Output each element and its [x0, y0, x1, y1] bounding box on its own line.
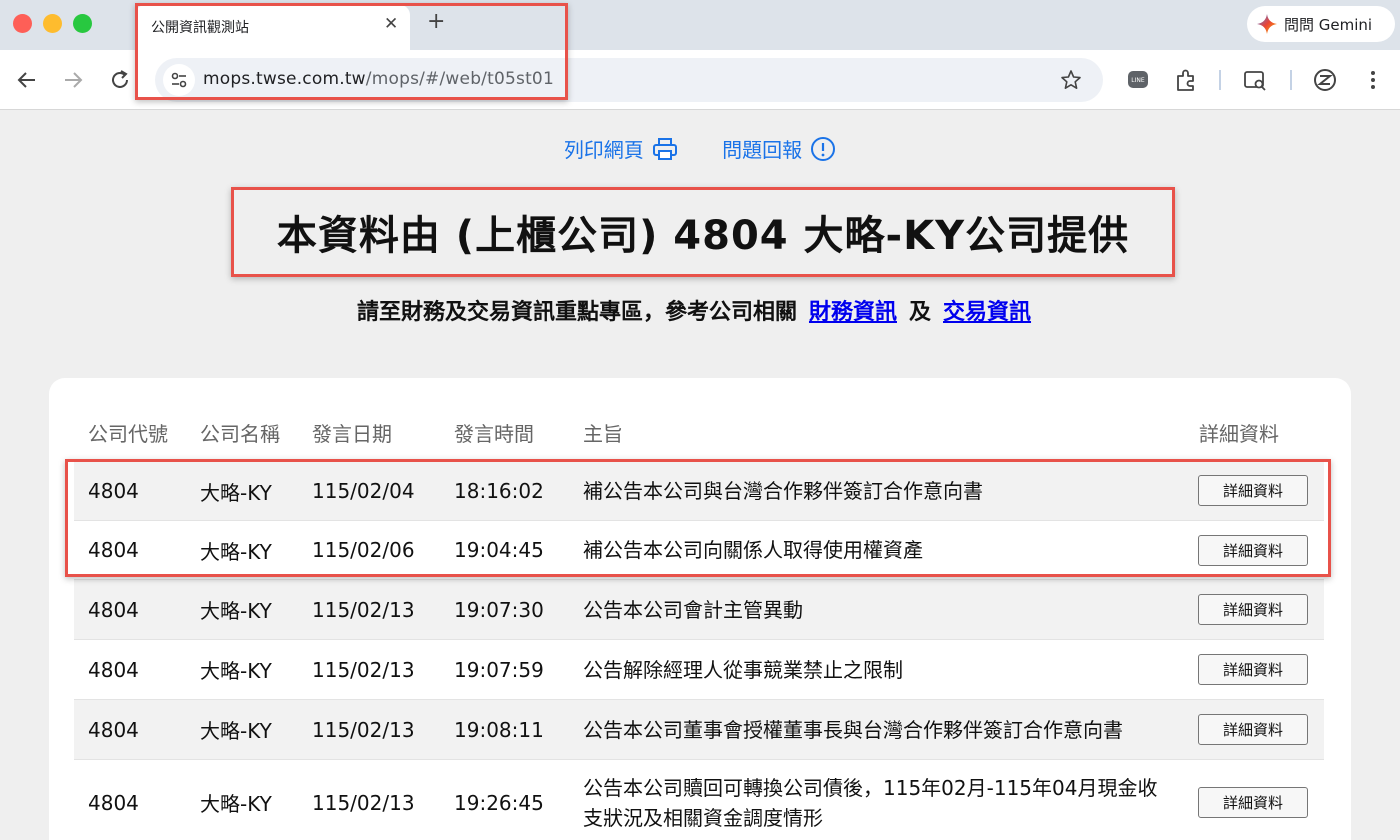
site-info-button[interactable] [163, 64, 195, 96]
finance-info-link[interactable]: 財務資訊 [809, 300, 897, 325]
back-arrow-icon[interactable] [14, 67, 40, 93]
cell-time: 19:07:59 [454, 657, 544, 682]
cell-time: 19:26:45 [454, 790, 544, 815]
url-host: mops.twse.com.tw [203, 69, 366, 89]
header-details: 詳細資料 [1199, 422, 1279, 446]
finance-trade-notice: 請至財務及交易資訊重點專區，參考公司相關 財務資訊及交易資訊 [0, 294, 1400, 326]
cell-subject: 補公告本公司與台灣合作夥伴簽訂合作意向書 [583, 479, 983, 503]
cell-subject: 補公告本公司向關係人取得使用權資產 [583, 538, 923, 562]
cell-company-code: 4804 [88, 717, 139, 742]
address-bar[interactable]: mops.twse.com.tw/mops/#/web/t05st01 [155, 58, 1103, 102]
table-row: 4804 大略-KY 115/02/13 19:07:59 公告解除經理人從事競… [74, 639, 1324, 699]
header-subject: 主旨 [583, 422, 623, 446]
print-page-link[interactable]: 列印網頁 [564, 134, 678, 163]
cell-time: 19:07:30 [454, 597, 544, 622]
bookmark-star-icon[interactable] [1060, 69, 1082, 91]
tab-title: 公開資訊觀測站 [151, 20, 249, 36]
cell-company-name: 大略-KY [200, 659, 272, 683]
cell-company-name: 大略-KY [200, 480, 272, 505]
gemini-label: 問問 Gemini [1284, 15, 1373, 34]
toolbar-separator [1219, 70, 1221, 90]
cell-company-name: 大略-KY [200, 792, 272, 816]
exclamation-circle-icon [811, 136, 836, 161]
details-button[interactable]: 詳細資料 [1198, 787, 1308, 818]
header-company-name: 公司名稱 [200, 422, 280, 446]
report-issue-label: 問題回報 [722, 138, 803, 162]
more-menu-icon[interactable] [1360, 67, 1386, 93]
notice-and: 及 [909, 300, 932, 325]
browser-tab-active[interactable]: 公開資訊觀測站 ✕ [135, 5, 410, 50]
utility-links: 列印網頁 問題回報 [0, 134, 1400, 163]
cell-company-code: 4804 [88, 479, 139, 503]
table-row: 4804 大略-KY 115/02/13 19:07:30 公告本公司會計主管異… [74, 579, 1324, 639]
gemini-button[interactable]: 問問 Gemini [1247, 6, 1395, 42]
cell-company-code: 4804 [88, 538, 139, 562]
profile-avatar-icon[interactable] [1312, 67, 1338, 93]
cell-time: 19:04:45 [454, 538, 544, 562]
extensions-puzzle-icon[interactable] [1173, 67, 1199, 93]
maximize-window-button[interactable] [73, 14, 92, 33]
browser-tab-strip: 公開資訊觀測站 ✕ + 問問 Gemini [0, 0, 1400, 50]
browser-toolbar: mops.twse.com.tw/mops/#/web/t05st01 LINE [0, 50, 1400, 110]
cell-date: 115/02/04 [312, 479, 415, 503]
cell-time: 18:16:02 [454, 479, 544, 503]
url-text[interactable]: mops.twse.com.tw/mops/#/web/t05st01 [203, 69, 554, 89]
gemini-sparkle-icon [1257, 14, 1277, 34]
cell-date: 115/02/13 [312, 790, 415, 815]
toolbar-separator [1290, 70, 1292, 90]
table-row: 4804 大略-KY 115/02/04 18:16:02 補公告本公司與台灣合… [74, 461, 1324, 520]
line-extension-icon[interactable]: LINE [1125, 67, 1151, 93]
details-button[interactable]: 詳細資料 [1198, 594, 1308, 625]
cell-company-name: 大略-KY [200, 719, 272, 743]
cell-date: 115/02/13 [312, 597, 415, 622]
reload-icon[interactable] [107, 67, 133, 93]
header-time: 發言時間 [454, 422, 534, 446]
page-title: 本資料由 (上櫃公司) 4804 大略-KY公司提供 [276, 213, 1130, 259]
cell-subject: 公告本公司贖回可轉換公司債後，115年02月-115年04月現金收支狀況及相關資… [583, 775, 1158, 830]
cell-subject: 公告解除經理人從事競業禁止之限制 [583, 657, 903, 682]
tab-search-icon[interactable] [1242, 67, 1268, 93]
header-company-code: 公司代號 [88, 422, 168, 446]
report-issue-link[interactable]: 問題回報 [722, 134, 836, 163]
new-tab-button[interactable]: + [427, 9, 445, 34]
table-row: 4804 大略-KY 115/02/06 19:04:45 補公告本公司向關係人… [74, 520, 1324, 579]
announcement-table: 公司代號 公司名稱 發言日期 發言時間 主旨 詳細資料 4804 大略-KY 1… [49, 378, 1351, 840]
cell-time: 19:08:11 [454, 717, 544, 742]
cell-date: 115/02/13 [312, 657, 415, 682]
table-header: 公司代號 公司名稱 發言日期 發言時間 主旨 詳細資料 [49, 418, 1351, 448]
minimize-window-button[interactable] [43, 14, 62, 33]
print-page-label: 列印網頁 [563, 138, 644, 162]
notice-text: 請至財務及交易資訊重點專區，參考公司相關 [356, 300, 797, 325]
header-date: 發言日期 [312, 422, 392, 446]
trade-info-link[interactable]: 交易資訊 [943, 300, 1031, 325]
cell-subject: 公告本公司董事會授權董事長與台灣合作夥伴簽訂合作意向書 [583, 717, 1123, 742]
cell-company-code: 4804 [88, 657, 139, 682]
cell-date: 115/02/13 [312, 717, 415, 742]
details-button[interactable]: 詳細資料 [1198, 654, 1308, 685]
details-button[interactable]: 詳細資料 [1198, 535, 1308, 566]
printer-icon [652, 137, 677, 160]
table-row: 4804 大略-KY 115/02/13 19:08:11 公告本公司董事會授權… [74, 699, 1324, 759]
svg-text:LINE: LINE [1131, 77, 1145, 84]
cell-company-name: 大略-KY [200, 539, 272, 564]
tune-icon [171, 72, 187, 88]
close-window-button[interactable] [13, 14, 32, 33]
cell-company-code: 4804 [88, 790, 139, 815]
forward-arrow-icon[interactable] [60, 67, 86, 93]
url-path: /mops/#/web/t05st01 [365, 69, 554, 89]
table-row: 4804 大略-KY 115/02/13 19:26:45 公告本公司贖回可轉換… [74, 759, 1324, 840]
cell-company-name: 大略-KY [200, 599, 272, 623]
cell-date: 115/02/06 [312, 538, 415, 562]
details-button[interactable]: 詳細資料 [1198, 714, 1308, 745]
details-button[interactable]: 詳細資料 [1198, 475, 1308, 506]
cell-subject: 公告本公司會計主管異動 [583, 597, 803, 622]
cell-company-code: 4804 [88, 597, 139, 622]
tab-close-icon[interactable]: ✕ [384, 14, 398, 34]
